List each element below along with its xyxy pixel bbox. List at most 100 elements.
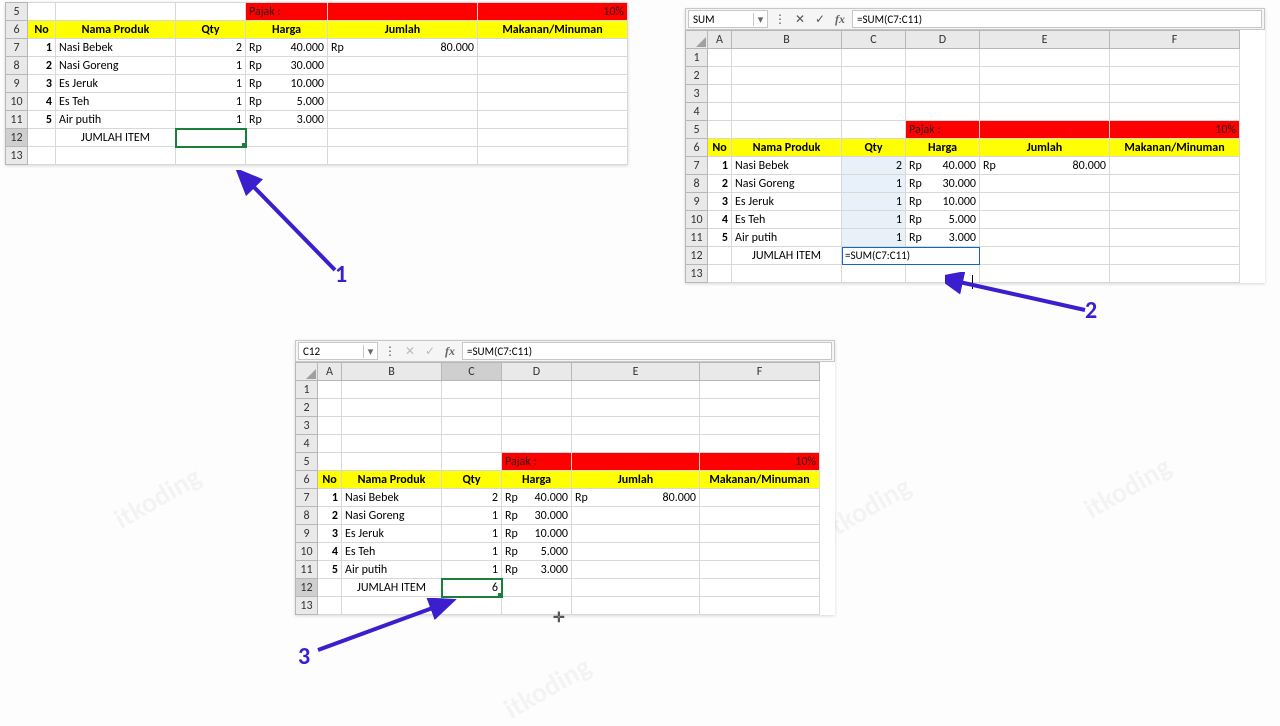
- cell[interactable]: Es Jeruk: [732, 193, 842, 211]
- formula-input[interactable]: =SUM(C7:C11): [852, 10, 1262, 28]
- cell[interactable]: 1: [442, 543, 502, 561]
- cell[interactable]: Es Teh: [56, 93, 176, 111]
- cell[interactable]: 1: [842, 211, 906, 229]
- cell[interactable]: 5: [318, 561, 342, 579]
- cell[interactable]: Rp80.000: [572, 489, 700, 507]
- col-header[interactable]: A: [318, 363, 342, 381]
- jumlah-item-label[interactable]: JUMLAH ITEM: [56, 129, 176, 147]
- col-nama[interactable]: Nama Produk: [342, 471, 442, 489]
- row-header[interactable]: 7: [296, 489, 318, 507]
- cell[interactable]: 1: [708, 157, 732, 175]
- cell[interactable]: Nasi Goreng: [342, 507, 442, 525]
- col-no[interactable]: No: [318, 471, 342, 489]
- cell[interactable]: Es Teh: [732, 211, 842, 229]
- cell[interactable]: Air putih: [56, 111, 176, 129]
- cell[interactable]: Rp80.000: [980, 157, 1110, 175]
- cell[interactable]: 1: [442, 525, 502, 543]
- cell[interactable]: 5: [708, 229, 732, 247]
- cell[interactable]: 2: [28, 57, 56, 75]
- cell[interactable]: 3: [708, 193, 732, 211]
- j024-item-label[interactable]: JUMLAH ITEM: [342, 579, 442, 597]
- selected-cell-c12[interactable]: [176, 129, 246, 147]
- spreadsheet-grid[interactable]: A B C D E F 1 2 3 4 5 Pajak : 10% 6 No N…: [685, 30, 1240, 283]
- row-header[interactable]: 13: [6, 147, 28, 165]
- cell[interactable]: 1: [442, 507, 502, 525]
- fx-icon[interactable]: fx: [830, 12, 850, 27]
- cell[interactable]: [478, 39, 628, 57]
- row-header[interactable]: 12: [686, 247, 708, 265]
- row-header[interactable]: 6: [686, 139, 708, 157]
- row-header[interactable]: 8: [296, 507, 318, 525]
- row-header[interactable]: 10: [686, 211, 708, 229]
- col-nama[interactable]: Nama Produk: [56, 21, 176, 39]
- cell[interactable]: Rp 30.000: [906, 175, 980, 193]
- row-header[interactable]: 9: [296, 525, 318, 543]
- jumlah-item-label[interactable]: JUMLAH ITEM: [732, 247, 842, 265]
- col-qty[interactable]: Qty: [176, 21, 246, 39]
- cell[interactable]: 2: [442, 489, 502, 507]
- cell[interactable]: Air putih: [342, 561, 442, 579]
- col-header[interactable]: C: [842, 31, 906, 49]
- name-box[interactable]: C12 ▾: [298, 342, 378, 360]
- name-box[interactable]: SUM ▾: [688, 10, 768, 28]
- col-header[interactable]: D: [906, 31, 980, 49]
- row-header[interactable]: 7: [686, 157, 708, 175]
- pajak-pct-cell[interactable]: 10%: [478, 3, 628, 21]
- cell[interactable]: Nasi Bebek: [342, 489, 442, 507]
- name-box-dropdown-icon[interactable]: ▾: [363, 345, 377, 358]
- col-header[interactable]: F: [700, 363, 820, 381]
- cell[interactable]: 1: [842, 229, 906, 247]
- cell[interactable]: 1: [176, 57, 246, 75]
- col-qty[interactable]: Qty: [442, 471, 502, 489]
- row-header[interactable]: 1: [296, 381, 318, 399]
- row-header[interactable]: 5: [686, 121, 708, 139]
- row-header[interactable]: 9: [686, 193, 708, 211]
- cell[interactable]: 1: [842, 175, 906, 193]
- cell[interactable]: Rp 30.000: [502, 507, 572, 525]
- row-header[interactable]: 1: [686, 49, 708, 67]
- cell[interactable]: Rp 30.000: [246, 57, 328, 75]
- col-makmin[interactable]: Makanan/Minuman: [478, 21, 628, 39]
- col-harga[interactable]: Harga: [502, 471, 572, 489]
- cell[interactable]: 5: [28, 111, 56, 129]
- row-header[interactable]: 8: [686, 175, 708, 193]
- cell[interactable]: 4: [28, 93, 56, 111]
- cell[interactable]: Rp 3.000: [906, 229, 980, 247]
- cell[interactable]: Rp 3.000: [502, 561, 572, 579]
- pajak-label-cell[interactable]: Pajak :: [502, 453, 572, 471]
- cell[interactable]: 1: [28, 39, 56, 57]
- col-nama[interactable]: Nama Produk: [732, 139, 842, 157]
- col-header[interactable]: D: [502, 363, 572, 381]
- row-header[interactable]: 6: [6, 21, 28, 39]
- cell[interactable]: Es Jeruk: [342, 525, 442, 543]
- select-all-corner[interactable]: [686, 31, 708, 49]
- row-header[interactable]: 9: [6, 75, 28, 93]
- cell[interactable]: 2: [318, 507, 342, 525]
- fx-icon[interactable]: fx: [440, 344, 460, 359]
- col-header[interactable]: F: [1110, 31, 1240, 49]
- row-header[interactable]: 5: [296, 453, 318, 471]
- cell[interactable]: 2: [176, 39, 246, 57]
- pajak-label-cell[interactable]: Pajak :: [246, 3, 328, 21]
- pajak-pct-cell[interactable]: 10%: [1110, 121, 1240, 139]
- col-jumlah[interactable]: Jumlah: [328, 21, 478, 39]
- col-makmin[interactable]: Makanan/Minuman: [1110, 139, 1240, 157]
- col-header[interactable]: C: [442, 363, 502, 381]
- cell[interactable]: Rp 10.000: [502, 525, 572, 543]
- col-harga[interactable]: Harga: [906, 139, 980, 157]
- cell[interactable]: 4: [318, 543, 342, 561]
- col-header[interactable]: B: [342, 363, 442, 381]
- spreadsheet-grid[interactable]: 5 Pajak : 10% 6 No Nama Produk Qty Harga…: [5, 2, 628, 165]
- col-jumlah[interactable]: Jumlah: [980, 139, 1110, 157]
- accept-icon[interactable]: ✓: [810, 12, 830, 26]
- cancel-icon[interactable]: ✕: [790, 12, 810, 26]
- formula-input[interactable]: =SUM(C7:C11): [462, 342, 832, 360]
- row-header[interactable]: 11: [686, 229, 708, 247]
- col-jumlah[interactable]: Jumlah: [572, 471, 700, 489]
- spreadsheet-grid[interactable]: A B C D E F 1 2 3 4 5 Pajak : 10% 6 No N…: [295, 362, 820, 615]
- row-header[interactable]: 6: [296, 471, 318, 489]
- cell[interactable]: 4: [708, 211, 732, 229]
- cell[interactable]: Rp 3.000: [246, 111, 328, 129]
- row-header[interactable]: 13: [686, 265, 708, 283]
- row-header[interactable]: 8: [6, 57, 28, 75]
